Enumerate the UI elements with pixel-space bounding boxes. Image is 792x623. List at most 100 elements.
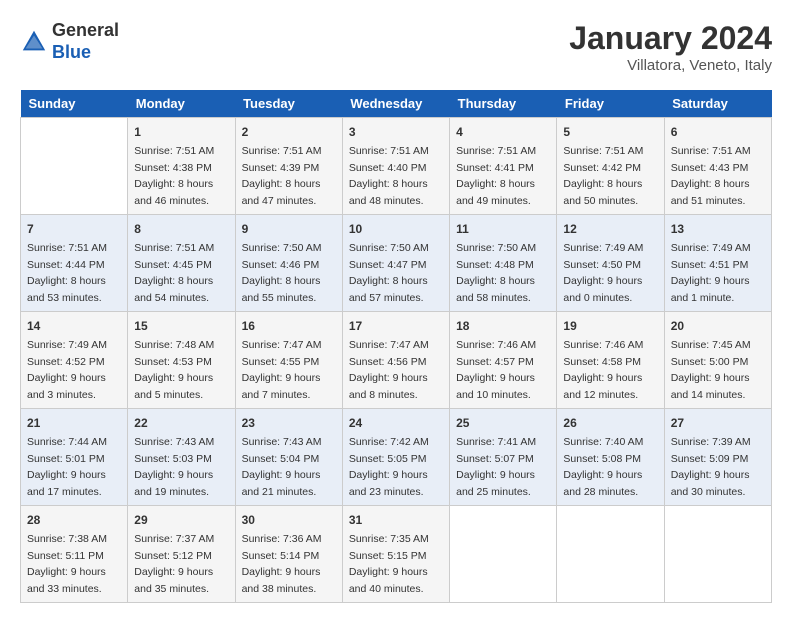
day-cell: 5 Sunrise: 7:51 AM Sunset: 4:42 PM Daylig… [557,118,664,215]
calendar-table: Sunday Monday Tuesday Wednesday Thursday… [20,90,772,603]
day-cell: 25 Sunrise: 7:41 AM Sunset: 5:07 PM Dayli… [450,409,557,506]
day-info: Sunrise: 7:46 AM Sunset: 4:58 PM Dayligh… [563,339,643,401]
day-number: 4 [456,123,550,141]
col-monday: Monday [128,90,235,118]
day-number: 20 [671,317,765,335]
day-number: 8 [134,220,228,238]
day-cell: 17 Sunrise: 7:47 AM Sunset: 4:56 PM Dayli… [342,312,449,409]
page-header: General Blue January 2024 Villatora, Ven… [20,20,772,74]
day-cell: 29 Sunrise: 7:37 AM Sunset: 5:12 PM Dayli… [128,506,235,603]
day-number: 26 [563,414,657,432]
calendar-body: 1 Sunrise: 7:51 AM Sunset: 4:38 PM Daylig… [21,118,772,603]
day-number: 17 [349,317,443,335]
day-info: Sunrise: 7:46 AM Sunset: 4:57 PM Dayligh… [456,339,536,401]
day-cell: 24 Sunrise: 7:42 AM Sunset: 5:05 PM Dayli… [342,409,449,506]
day-cell: 20Sunrise: 7:45 AM Sunset: 5:00 PM Dayli… [664,312,771,409]
day-cell: 31Sunrise: 7:35 AM Sunset: 5:15 PM Dayli… [342,506,449,603]
day-info: Sunrise: 7:51 AM Sunset: 4:38 PM Dayligh… [134,145,214,207]
day-cell: 4 Sunrise: 7:51 AM Sunset: 4:41 PM Daylig… [450,118,557,215]
day-cell: 23 Sunrise: 7:43 AM Sunset: 5:04 PM Dayli… [235,409,342,506]
day-number: 19 [563,317,657,335]
day-info: Sunrise: 7:51 AM Sunset: 4:43 PM Dayligh… [671,145,751,207]
col-friday: Friday [557,90,664,118]
day-cell: 19 Sunrise: 7:46 AM Sunset: 4:58 PM Dayli… [557,312,664,409]
day-cell: 11 Sunrise: 7:50 AM Sunset: 4:48 PM Dayli… [450,215,557,312]
month-title: January 2024 [569,20,772,57]
logo-icon [20,28,48,56]
day-number: 5 [563,123,657,141]
day-number: 9 [242,220,336,238]
day-cell: 10 Sunrise: 7:50 AM Sunset: 4:47 PM Dayli… [342,215,449,312]
day-number: 7 [27,220,121,238]
day-cell: 9Sunrise: 7:50 AM Sunset: 4:46 PM Daylig… [235,215,342,312]
day-info: Sunrise: 7:50 AM Sunset: 4:48 PM Dayligh… [456,242,536,304]
day-info: Sunrise: 7:49 AM Sunset: 4:50 PM Dayligh… [563,242,643,304]
day-number: 10 [349,220,443,238]
day-cell: 21 Sunrise: 7:44 AM Sunset: 5:01 PM Dayli… [21,409,128,506]
day-number: 13 [671,220,765,238]
day-number: 11 [456,220,550,238]
day-number: 29 [134,511,228,529]
day-number: 23 [242,414,336,432]
logo: General Blue [20,20,119,63]
day-cell [21,118,128,215]
col-saturday: Saturday [664,90,771,118]
day-info: Sunrise: 7:40 AM Sunset: 5:08 PM Dayligh… [563,436,643,498]
day-cell: 2Sunrise: 7:51 AM Sunset: 4:39 PM Daylig… [235,118,342,215]
day-info: Sunrise: 7:38 AM Sunset: 5:11 PM Dayligh… [27,533,107,595]
day-cell: 14Sunrise: 7:49 AM Sunset: 4:52 PM Dayli… [21,312,128,409]
day-cell [450,506,557,603]
day-number: 6 [671,123,765,141]
day-cell: 13 Sunrise: 7:49 AM Sunset: 4:51 PM Dayli… [664,215,771,312]
header-row: Sunday Monday Tuesday Wednesday Thursday… [21,90,772,118]
day-cell: 8Sunrise: 7:51 AM Sunset: 4:45 PM Daylig… [128,215,235,312]
day-cell: 7 Sunrise: 7:51 AM Sunset: 4:44 PM Daylig… [21,215,128,312]
day-number: 27 [671,414,765,432]
day-cell: 6 Sunrise: 7:51 AM Sunset: 4:43 PM Daylig… [664,118,771,215]
location: Villatora, Veneto, Italy [569,57,772,74]
day-info: Sunrise: 7:47 AM Sunset: 4:56 PM Dayligh… [349,339,429,401]
col-tuesday: Tuesday [235,90,342,118]
day-info: Sunrise: 7:44 AM Sunset: 5:01 PM Dayligh… [27,436,107,498]
logo-text: General Blue [52,20,119,63]
day-cell: 12Sunrise: 7:49 AM Sunset: 4:50 PM Dayli… [557,215,664,312]
day-info: Sunrise: 7:51 AM Sunset: 4:42 PM Dayligh… [563,145,643,207]
day-cell [557,506,664,603]
week-row-2: 7 Sunrise: 7:51 AM Sunset: 4:44 PM Daylig… [21,215,772,312]
day-cell: 16Sunrise: 7:47 AM Sunset: 4:55 PM Dayli… [235,312,342,409]
day-info: Sunrise: 7:51 AM Sunset: 4:44 PM Dayligh… [27,242,107,304]
day-cell: 15 Sunrise: 7:48 AM Sunset: 4:53 PM Dayli… [128,312,235,409]
day-number: 18 [456,317,550,335]
day-info: Sunrise: 7:49 AM Sunset: 4:51 PM Dayligh… [671,242,751,304]
day-cell: 3Sunrise: 7:51 AM Sunset: 4:40 PM Daylig… [342,118,449,215]
day-number: 21 [27,414,121,432]
day-cell: 26 Sunrise: 7:40 AM Sunset: 5:08 PM Dayli… [557,409,664,506]
day-number: 15 [134,317,228,335]
day-number: 25 [456,414,550,432]
day-number: 1 [134,123,228,141]
day-info: Sunrise: 7:50 AM Sunset: 4:47 PM Dayligh… [349,242,429,304]
day-number: 31 [349,511,443,529]
col-thursday: Thursday [450,90,557,118]
day-number: 22 [134,414,228,432]
day-info: Sunrise: 7:37 AM Sunset: 5:12 PM Dayligh… [134,533,214,595]
day-cell: 22 Sunrise: 7:43 AM Sunset: 5:03 PM Dayli… [128,409,235,506]
calendar-header: Sunday Monday Tuesday Wednesday Thursday… [21,90,772,118]
day-number: 3 [349,123,443,141]
day-cell: 27 Sunrise: 7:39 AM Sunset: 5:09 PM Dayli… [664,409,771,506]
day-info: Sunrise: 7:41 AM Sunset: 5:07 PM Dayligh… [456,436,536,498]
day-info: Sunrise: 7:43 AM Sunset: 5:04 PM Dayligh… [242,436,322,498]
day-info: Sunrise: 7:43 AM Sunset: 5:03 PM Dayligh… [134,436,214,498]
day-number: 28 [27,511,121,529]
day-info: Sunrise: 7:39 AM Sunset: 5:09 PM Dayligh… [671,436,751,498]
col-sunday: Sunday [21,90,128,118]
day-info: Sunrise: 7:36 AM Sunset: 5:14 PM Dayligh… [242,533,322,595]
day-info: Sunrise: 7:48 AM Sunset: 4:53 PM Dayligh… [134,339,214,401]
week-row-4: 21 Sunrise: 7:44 AM Sunset: 5:01 PM Dayli… [21,409,772,506]
day-number: 16 [242,317,336,335]
day-info: Sunrise: 7:51 AM Sunset: 4:41 PM Dayligh… [456,145,536,207]
day-info: Sunrise: 7:42 AM Sunset: 5:05 PM Dayligh… [349,436,429,498]
day-info: Sunrise: 7:49 AM Sunset: 4:52 PM Dayligh… [27,339,107,401]
day-cell: 28 Sunrise: 7:38 AM Sunset: 5:11 PM Dayli… [21,506,128,603]
day-number: 24 [349,414,443,432]
